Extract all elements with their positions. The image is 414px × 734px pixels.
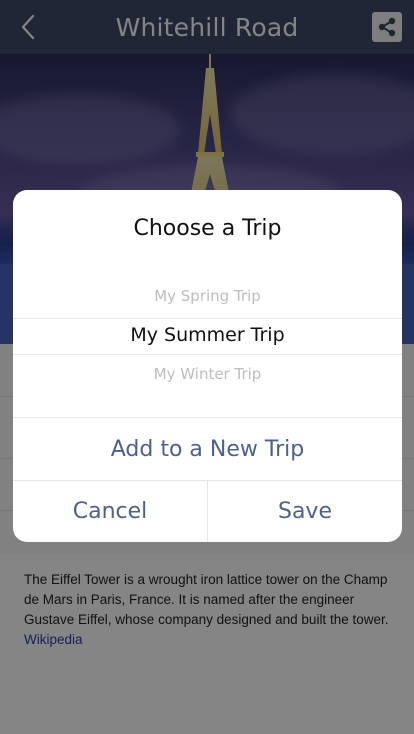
picker-option[interactable]: My Winter Trip xyxy=(13,365,402,383)
choose-trip-dialog: Choose a Trip My Spring Trip My Summer T… xyxy=(13,190,402,542)
picker-option[interactable]: My Spring Trip xyxy=(13,287,402,305)
add-new-trip-button[interactable]: Add to a New Trip xyxy=(13,418,402,480)
save-button[interactable]: Save xyxy=(208,480,402,542)
cancel-button[interactable]: Cancel xyxy=(13,480,207,542)
dialog-title: Choose a Trip xyxy=(133,216,282,241)
dialog-button-row: Cancel Save xyxy=(13,480,402,542)
picker-option-selected[interactable]: My Summer Trip xyxy=(13,324,402,346)
